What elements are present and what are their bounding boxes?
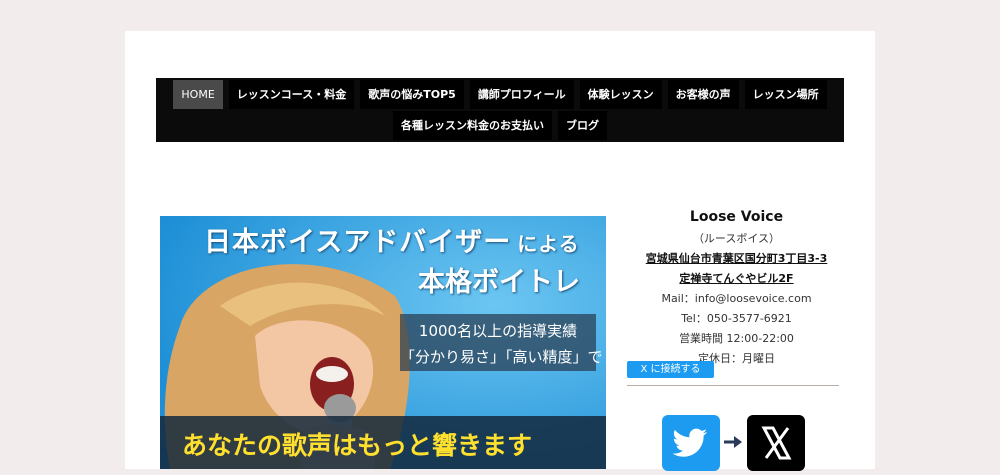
hero-info-line-2: 「分かり易さ」「高い精度」で: [400, 348, 603, 366]
main-nav: HOME レッスンコース・料金 歌声の悩みTOP5 講師プロフィール 体験レッス…: [156, 78, 844, 142]
hero-band: あなたの歌声はもっと響きます: [160, 416, 606, 469]
x-logo-icon: [747, 415, 805, 471]
hero-title-particle: による: [517, 232, 580, 256]
hero-info-box: 1000名以上の指導実績 「分かり易さ」「高い精度」で: [400, 314, 603, 371]
hero-banner[interactable]: 日本ボイスアドバイザー による 本格ボイトレ 1000名以上の指導実績 「分かり易…: [160, 216, 606, 469]
nav-row-2: 各種レッスン料金のお支払い ブログ: [156, 111, 844, 140]
address-link-line-2[interactable]: 定禅寺てんぐやビル2F: [633, 270, 840, 286]
twitter-bird-icon: [662, 415, 720, 471]
nav-item-trial-lesson[interactable]: 体験レッスン: [579, 80, 662, 109]
hero-band-text: あなたの歌声はもっと響きます: [182, 431, 533, 460]
page-container: HOME レッスンコース・料金 歌声の悩みTOP5 講師プロフィール 体験レッス…: [125, 31, 875, 471]
studio-name: Loose Voice: [689, 209, 784, 225]
nav-item-voice-problems[interactable]: 歌声の悩みTOP5: [360, 80, 464, 109]
nav-item-lesson-course[interactable]: レッスンコース・料金: [228, 80, 355, 109]
address-link-line-1[interactable]: 宮城県仙台市青葉区国分町3丁目3-3: [633, 250, 840, 266]
nav-row-1: HOME レッスンコース・料金 歌声の悩みTOP5 講師プロフィール 体験レッス…: [156, 80, 844, 109]
sidebar-info: Loose Voice （ルースボイス） 宮城県仙台市青葉区国分町3丁目3-3 …: [633, 209, 840, 366]
arrow-right-icon: [724, 436, 742, 448]
studio-kana: （ルースボイス）: [692, 232, 781, 245]
nav-item-payment[interactable]: 各種レッスン料金のお支払い: [393, 111, 552, 140]
mail-text: Mail：info@loosevoice.com: [661, 292, 812, 305]
x-connect-button[interactable]: X に接続する: [627, 361, 714, 378]
nav-item-home[interactable]: HOME: [173, 80, 223, 109]
nav-item-lesson-location[interactable]: レッスン場所: [744, 80, 827, 109]
nav-item-blog[interactable]: ブログ: [558, 111, 607, 140]
hero-info-line-1: 1000名以上の指導実績: [418, 322, 578, 340]
hero-title: 日本ボイスアドバイザー による: [204, 220, 580, 259]
tel-text: Tel：050-3577-6921: [681, 312, 792, 325]
nav-item-testimonials[interactable]: お客様の声: [667, 80, 739, 109]
hero-title-main: 日本ボイスアドバイザー: [204, 227, 512, 258]
hero-subtitle: 本格ボイトレ: [418, 267, 580, 298]
hours-text: 営業時間 12:00-22:00: [679, 332, 794, 345]
sidebar-divider: [627, 385, 839, 386]
nav-item-instructor-profile[interactable]: 講師プロフィール: [469, 80, 574, 109]
